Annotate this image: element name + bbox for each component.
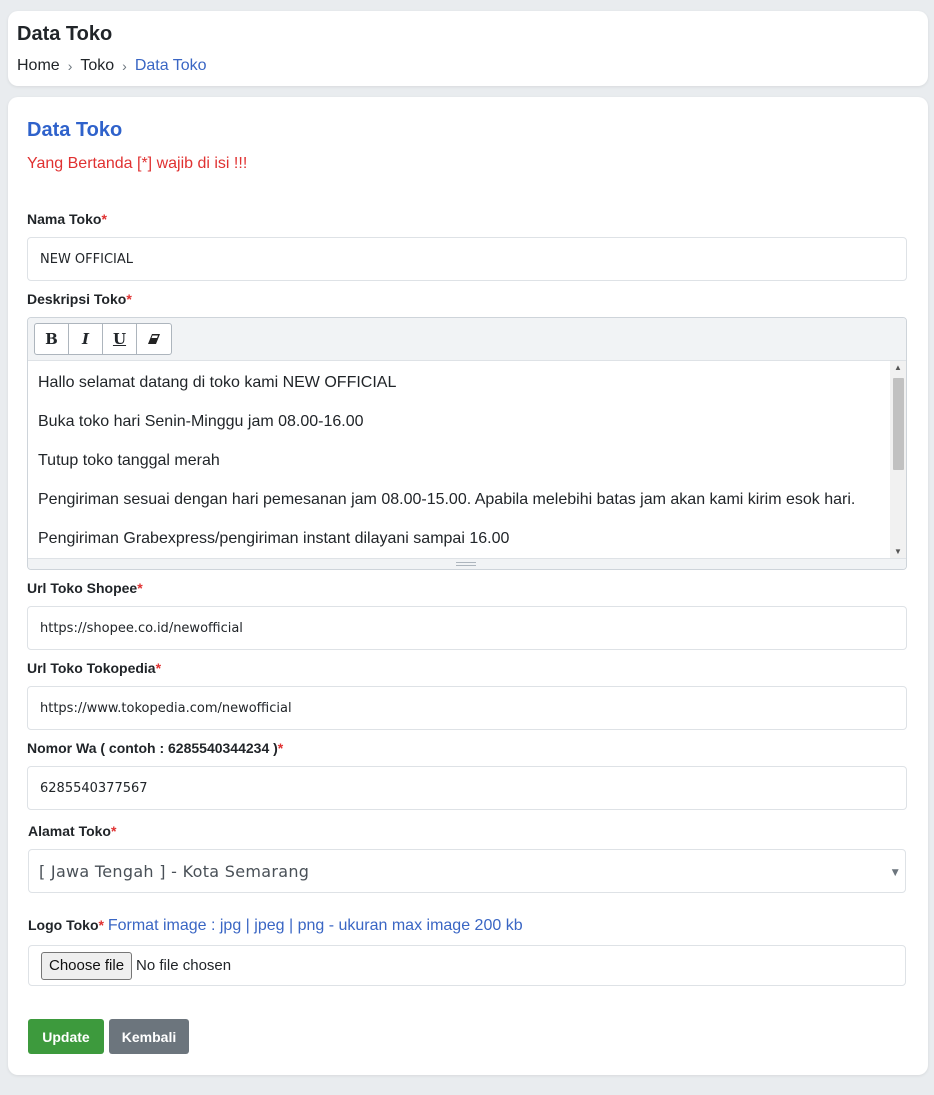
logo-label: Logo Toko* Format image : jpg | jpeg | p…	[28, 917, 523, 934]
required-mark: *	[98, 917, 104, 933]
alamat-label: Alamat Toko*	[28, 823, 117, 839]
scroll-thumb[interactable]	[893, 378, 904, 470]
editor-content[interactable]: Hallo selamat datang di toko kami NEW OF…	[28, 361, 890, 559]
url-tokopedia-label: Url Toko Tokopedia*	[27, 660, 162, 676]
clear-format-button[interactable]	[137, 324, 171, 354]
underline-button[interactable]: U	[103, 324, 137, 354]
required-mark: *	[277, 740, 284, 756]
nama-toko-input[interactable]	[27, 237, 907, 281]
required-mark: *	[155, 660, 162, 676]
chevron-right-icon: ›	[122, 58, 127, 74]
required-mark: *	[137, 580, 143, 596]
url-tokopedia-input[interactable]	[27, 686, 907, 730]
alamat-select[interactable]: [ Jawa Tengah ] - Kota Semarang ▼	[28, 849, 906, 893]
choose-file-button[interactable]: Choose file	[41, 951, 133, 980]
editor-toolbar: B I U	[28, 318, 906, 361]
format-hint: Format image : jpg | jpeg | png - ukuran…	[107, 917, 523, 934]
file-status: No file chosen	[136, 957, 232, 974]
breadcrumb-current: Data Toko	[134, 57, 207, 74]
chevron-right-icon: ›	[67, 58, 73, 74]
deskripsi-label: Deskripsi Toko*	[27, 291, 132, 307]
description-paragraph: Hallo selamat datang di toko kami NEW OF…	[38, 374, 397, 391]
breadcrumb-home[interactable]: Home	[17, 57, 60, 75]
editor-resize-handle[interactable]	[28, 558, 906, 569]
form-title: Data Toko	[27, 119, 123, 141]
bold-button[interactable]: B	[35, 324, 69, 354]
url-shopee-input[interactable]	[27, 606, 907, 650]
required-mark: *	[101, 211, 107, 227]
logo-file-input: Choose file No file chosen	[28, 945, 906, 986]
back-button[interactable]: Kembali	[109, 1019, 189, 1054]
scroll-up-icon[interactable]: ▲	[890, 361, 906, 375]
italic-button[interactable]: I	[69, 324, 103, 354]
description-paragraph: Buka toko hari Senin-Minggu jam 08.00-16…	[38, 413, 364, 430]
store-form: Data Toko Yang Bertanda [*] wajib di isi…	[8, 97, 928, 1075]
url-shopee-label: Url Toko Shopee*	[27, 580, 143, 596]
nomor-wa-label: Nomor Wa ( contoh : 6285540344234 )*	[27, 740, 284, 756]
grip-icon	[456, 562, 476, 566]
description-paragraph: Pengiriman Grabexpress/pengiriman instan…	[38, 530, 510, 547]
required-mark: *	[110, 823, 117, 839]
nomor-wa-input[interactable]	[27, 766, 907, 810]
editor-scrollbar[interactable]: ▲ ▼	[890, 361, 906, 559]
breadcrumb-toko[interactable]: Toko	[80, 57, 114, 75]
required-note: Yang Bertanda [*] wajib di isi !!!	[27, 155, 248, 172]
format-button-group: B I U	[34, 323, 172, 355]
breadcrumb: Home › Toko › Data Toko	[17, 57, 207, 75]
nama-toko-label: Nama Toko*	[27, 211, 107, 227]
description-editor: B I U Hallo selamat datang di toko kami …	[27, 317, 907, 570]
description-paragraph: Pengiriman sesuai dengan hari pemesanan …	[38, 491, 856, 508]
page-title: Data Toko	[17, 23, 113, 45]
alamat-selected-value: [ Jawa Tengah ] - Kota Semarang	[39, 861, 310, 881]
eraser-icon	[148, 334, 160, 344]
caret-down-icon: ▼	[891, 868, 899, 878]
page-header: Data Toko Home › Toko › Data Toko	[8, 11, 928, 86]
update-button[interactable]: Update	[28, 1019, 104, 1054]
required-mark: *	[126, 291, 132, 307]
description-paragraph: Tutup toko tanggal merah	[38, 452, 220, 469]
scroll-down-icon[interactable]: ▼	[890, 545, 906, 559]
